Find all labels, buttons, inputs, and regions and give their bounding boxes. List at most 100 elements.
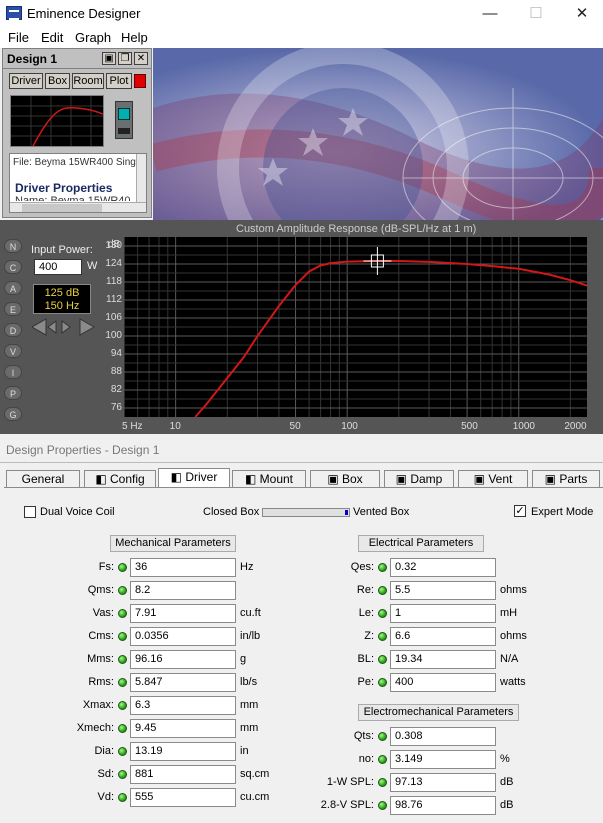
status-led-icon[interactable] [378,678,387,687]
mechanical-param-unit: mm [240,699,259,711]
status-led-icon[interactable] [118,632,127,641]
mechanical-parameters-button[interactable]: Mechanical Parameters [110,535,236,552]
electrical-param-value-field[interactable]: 400 [390,673,496,692]
tab-vent[interactable]: ▣ Vent [458,470,528,488]
restore-icon[interactable]: ❐ [118,52,132,65]
side-button-e[interactable]: E [4,302,22,316]
status-led-icon[interactable] [118,724,127,733]
electrical-param-unit: ohms [500,584,527,596]
status-led-icon[interactable] [378,778,387,787]
level-knob[interactable] [115,101,133,139]
status-led-icon[interactable] [378,755,387,764]
mechanical-param-value-field[interactable]: 5.847 [130,673,236,692]
electrical-param-label: BL: [357,653,374,665]
electrical-parameters-button[interactable]: Electrical Parameters [358,535,484,552]
close-icon[interactable]: ✕ [134,52,148,65]
electrical-param-unit: N/A [500,653,519,665]
side-button-v[interactable]: V [4,344,22,358]
tab-mount[interactable]: ◧ Mount [232,470,306,488]
status-led-icon[interactable] [378,609,387,618]
tab-box-props[interactable]: ▣ Box [310,470,380,488]
status-led-icon[interactable] [118,609,127,618]
electrical-param-value-field[interactable]: 1 [390,604,496,623]
status-led-icon[interactable] [118,747,127,756]
side-button-p[interactable]: P [4,386,22,400]
tab-parts[interactable]: ▣ Parts [532,470,600,488]
electromechanical-parameters-button[interactable]: Electromechanical Parameters [358,704,519,721]
dual-voice-coil-checkbox[interactable] [24,506,36,518]
status-led-icon[interactable] [378,632,387,641]
menu-graph[interactable]: Graph [75,30,111,45]
mechanical-param-value-field[interactable]: 881 [130,765,236,784]
status-led-icon[interactable] [378,586,387,595]
tab-driver-props[interactable]: ◧ Driver [158,468,230,488]
slider-thumb[interactable] [345,510,348,515]
mechanical-param-value-field[interactable]: 555 [130,788,236,807]
status-led-icon[interactable] [378,801,387,810]
status-led-icon[interactable] [118,793,127,802]
maximize-button[interactable]: ☐ [513,0,559,28]
status-led-icon[interactable] [118,701,127,710]
mini-response-graph[interactable] [10,95,104,147]
expert-mode-checkbox[interactable]: ✓ [514,505,526,517]
menu-edit[interactable]: Edit [41,30,63,45]
tab-driver[interactable]: Driver [9,73,43,89]
status-led-icon[interactable] [118,770,127,779]
status-led-icon[interactable] [378,655,387,664]
mechanical-param-value-field[interactable]: 0.0356 [130,627,236,646]
save-icon[interactable]: ▣ [102,52,116,65]
electromechanical-param-label: 2.8-V SPL: [320,799,374,811]
mechanical-param-value-field[interactable]: 6.3 [130,696,236,715]
eminence-banner [153,48,603,220]
right-fast-arrow-icon [79,318,96,336]
vertical-scrollbar[interactable] [136,154,146,202]
tab-config[interactable]: ◧ Config [84,470,156,488]
side-button-d[interactable]: D [4,323,22,337]
menu-help[interactable]: Help [121,30,148,45]
electrical-param-value-field[interactable]: 6.6 [390,627,496,646]
electrical-param-value-field[interactable]: 0.32 [390,558,496,577]
tab-general[interactable]: General [6,470,80,488]
mechanical-param-value-field[interactable]: 8.2 [130,581,236,600]
side-button-a[interactable]: A [4,281,22,295]
electromechanical-param-unit: % [500,753,510,765]
box-type-slider[interactable] [262,508,350,517]
side-button-i[interactable]: I [4,365,22,379]
side-button-n[interactable]: N [4,239,22,253]
menu-file[interactable]: File [8,30,29,45]
tab-plot[interactable]: Plot [106,73,132,89]
electromechanical-param-value-field[interactable]: 3.149 [390,750,496,769]
side-button-c[interactable]: C [4,260,22,274]
minimize-button[interactable]: — [467,0,513,28]
status-led-icon[interactable] [118,563,127,572]
y-tick-label: 100 [105,330,122,341]
electrical-param-value-field[interactable]: 5.5 [390,581,496,600]
status-led-icon[interactable] [378,563,387,572]
tab-damp[interactable]: ▣ Damp [384,470,454,488]
electrical-param-value-field[interactable]: 19.34 [390,650,496,669]
electromechanical-param-value-field[interactable]: 98.76 [390,796,496,815]
tab-room[interactable]: Room [72,73,104,89]
divider [0,462,603,463]
status-led-icon[interactable] [118,655,127,664]
mechanical-param-value-field[interactable]: 9.45 [130,719,236,738]
cursor-readout: 125 dB 150 Hz [33,284,91,314]
scroll-thumb[interactable] [22,204,102,212]
mechanical-param-value-field[interactable]: 96.16 [130,650,236,669]
mechanical-param-label: Sd: [97,768,114,780]
close-button[interactable]: ✕ [559,0,603,28]
mechanical-param-value-field[interactable]: 7.91 [130,604,236,623]
driver-info-box[interactable]: File: Beyma 15WR400 Single Driver Proper… [9,153,147,213]
amplitude-plot[interactable] [123,237,588,418]
status-led-icon[interactable] [118,586,127,595]
side-button-g[interactable]: G [4,407,22,421]
input-power-field[interactable]: 400 [34,259,82,275]
status-led-icon[interactable] [378,732,387,741]
mechanical-param-value-field[interactable]: 13.19 [130,742,236,761]
horizontal-scrollbar[interactable] [10,202,146,212]
status-led-icon[interactable] [118,678,127,687]
electromechanical-param-value-field[interactable]: 97.13 [390,773,496,792]
tab-box[interactable]: Box [45,73,70,89]
electromechanical-param-value-field[interactable]: 0.308 [390,727,496,746]
mechanical-param-value-field[interactable]: 36 [130,558,236,577]
